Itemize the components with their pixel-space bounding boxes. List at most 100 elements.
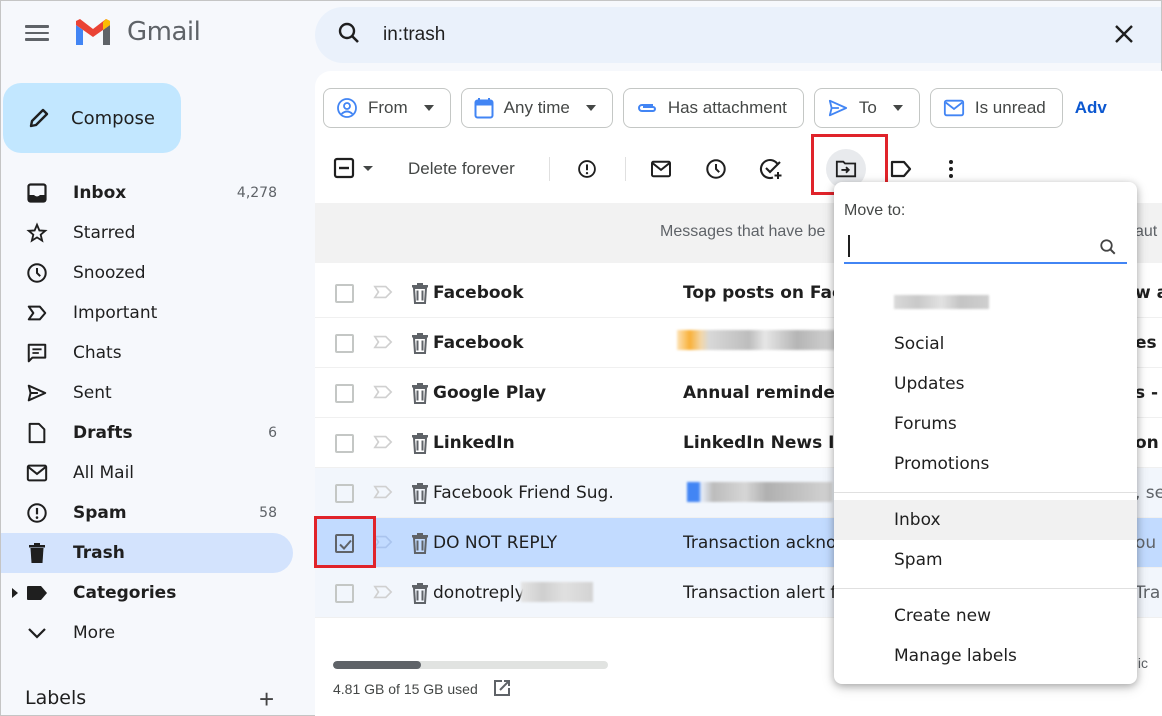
redacted-label xyxy=(894,295,989,309)
sidebar-item-sent[interactable]: Sent xyxy=(1,373,293,413)
manage-labels[interactable]: Manage labels xyxy=(834,636,1137,676)
filter-from-chip[interactable]: From xyxy=(323,88,451,128)
move-to-search-input[interactable] xyxy=(844,230,1127,264)
sidebar-item-inbox[interactable]: Inbox 4,278 xyxy=(1,173,293,213)
search-icon[interactable] xyxy=(337,21,361,50)
sidebar-item-label: Sent xyxy=(73,383,112,403)
pencil-icon xyxy=(29,108,49,128)
filter-is-unread-chip[interactable]: Is unread xyxy=(929,88,1063,128)
important-marker-icon[interactable] xyxy=(373,284,393,305)
filter-to-chip[interactable]: To xyxy=(813,88,920,128)
not-spam-button[interactable] xyxy=(567,149,607,189)
row-checkbox[interactable] xyxy=(335,384,354,403)
sidebar-item-snoozed[interactable]: Snoozed xyxy=(1,253,293,293)
redacted-sender-part xyxy=(521,582,593,602)
label-icon xyxy=(890,160,912,178)
sidebar-item-label: Drafts xyxy=(73,423,133,443)
row-checkbox[interactable] xyxy=(335,434,354,453)
important-marker-icon[interactable] xyxy=(373,384,393,405)
select-all-checkbox[interactable] xyxy=(333,157,373,179)
sidebar-item-categories[interactable]: Categories xyxy=(1,573,293,613)
sidebar-item-drafts[interactable]: Drafts 6 xyxy=(1,413,293,453)
mark-unread-button[interactable] xyxy=(641,149,681,189)
row-checkbox[interactable] xyxy=(335,584,354,603)
row-checkbox-checked[interactable] xyxy=(335,534,354,553)
send-icon xyxy=(25,381,49,405)
create-new-label[interactable]: Create new xyxy=(834,596,1137,636)
add-to-tasks-button[interactable] xyxy=(751,149,791,189)
snippet-fragment: Tra xyxy=(1135,583,1161,603)
toolbar-divider xyxy=(549,157,550,181)
move-to-spam[interactable]: Spam xyxy=(834,540,1137,580)
important-marker-icon[interactable] xyxy=(373,534,393,555)
move-to-social[interactable]: Social xyxy=(834,324,1137,364)
mail-icon xyxy=(651,160,671,178)
redacted-subject xyxy=(687,482,832,502)
dropdown-caret-icon xyxy=(423,105,434,111)
sidebar-item-spam[interactable]: Spam 58 xyxy=(1,493,293,533)
expand-caret-icon[interactable] xyxy=(12,588,18,598)
drafts-count: 6 xyxy=(268,425,277,441)
important-marker-icon[interactable] xyxy=(373,484,393,505)
dropdown-caret-icon xyxy=(892,105,903,111)
important-marker-icon[interactable] xyxy=(373,434,393,455)
toolbar-divider xyxy=(625,157,626,181)
sidebar-item-important[interactable]: Important xyxy=(1,293,293,333)
trash-icon xyxy=(411,532,429,559)
sidebar-item-more[interactable]: More xyxy=(1,613,293,653)
delete-forever-button[interactable]: Delete forever xyxy=(408,159,515,179)
folder-move-icon xyxy=(835,160,857,178)
storage-bar xyxy=(333,661,608,669)
labels-heading: Labels xyxy=(25,687,87,709)
sender: LinkedIn xyxy=(433,433,515,453)
sidebar-item-label: Spam xyxy=(73,503,127,523)
add-label-button[interactable]: + xyxy=(259,686,274,712)
compose-button[interactable]: Compose xyxy=(3,83,181,153)
draft-icon xyxy=(25,421,49,445)
snippet-fragment: on L xyxy=(1135,433,1162,453)
important-marker-icon[interactable] xyxy=(373,584,393,605)
snippet-fragment: w a xyxy=(1135,283,1162,303)
chip-label: Is unread xyxy=(974,98,1046,117)
notice-text: Messages that have be xyxy=(660,223,826,240)
add-task-icon xyxy=(759,158,782,180)
sidebar-item-trash[interactable]: Trash xyxy=(1,533,293,573)
trash-icon xyxy=(25,541,49,565)
chip-label: Has attachment xyxy=(667,98,787,117)
row-checkbox[interactable] xyxy=(335,284,354,303)
open-storage-link-icon[interactable] xyxy=(493,679,511,702)
move-to-updates[interactable]: Updates xyxy=(834,364,1137,404)
main-menu-button[interactable] xyxy=(23,21,51,45)
chip-label: To xyxy=(858,98,877,117)
chevron-down-icon xyxy=(25,621,49,645)
sidebar-item-label: Important xyxy=(73,303,158,323)
row-checkbox[interactable] xyxy=(335,484,354,503)
row-checkbox[interactable] xyxy=(335,334,354,353)
move-to-inbox[interactable]: Inbox xyxy=(834,500,1137,540)
search-input[interactable] xyxy=(383,24,1043,46)
sidebar-item-label: Snoozed xyxy=(73,263,146,283)
gmail-m-icon xyxy=(76,19,110,45)
sidebar-item-label: Categories xyxy=(73,583,177,603)
app-name: Gmail xyxy=(127,17,201,47)
sidebar-item-starred[interactable]: Starred xyxy=(1,213,293,253)
report-icon xyxy=(578,160,596,178)
important-marker-icon[interactable] xyxy=(373,334,393,355)
gmail-logo[interactable]: Gmail xyxy=(73,17,201,47)
advanced-search-link[interactable]: Adv xyxy=(1075,88,1107,128)
mail-icon xyxy=(25,461,49,485)
person-icon xyxy=(337,98,357,118)
sidebar-item-all-mail[interactable]: All Mail xyxy=(1,453,293,493)
snooze-button[interactable] xyxy=(696,149,736,189)
move-to-promotions[interactable]: Promotions xyxy=(834,444,1137,484)
sender: Google Play xyxy=(433,383,547,403)
select-dropdown-icon[interactable] xyxy=(363,165,373,171)
spam-count: 58 xyxy=(259,505,277,521)
storage-bar-fill xyxy=(333,661,421,669)
inbox-count: 4,278 xyxy=(236,185,277,201)
filter-has-attachment-chip[interactable]: Has attachment xyxy=(622,88,804,128)
clear-search-icon[interactable] xyxy=(1113,23,1135,50)
filter-any-time-chip[interactable]: Any time xyxy=(460,88,613,128)
move-to-forums[interactable]: Forums xyxy=(834,404,1137,444)
sidebar-item-chats[interactable]: Chats xyxy=(1,333,293,373)
